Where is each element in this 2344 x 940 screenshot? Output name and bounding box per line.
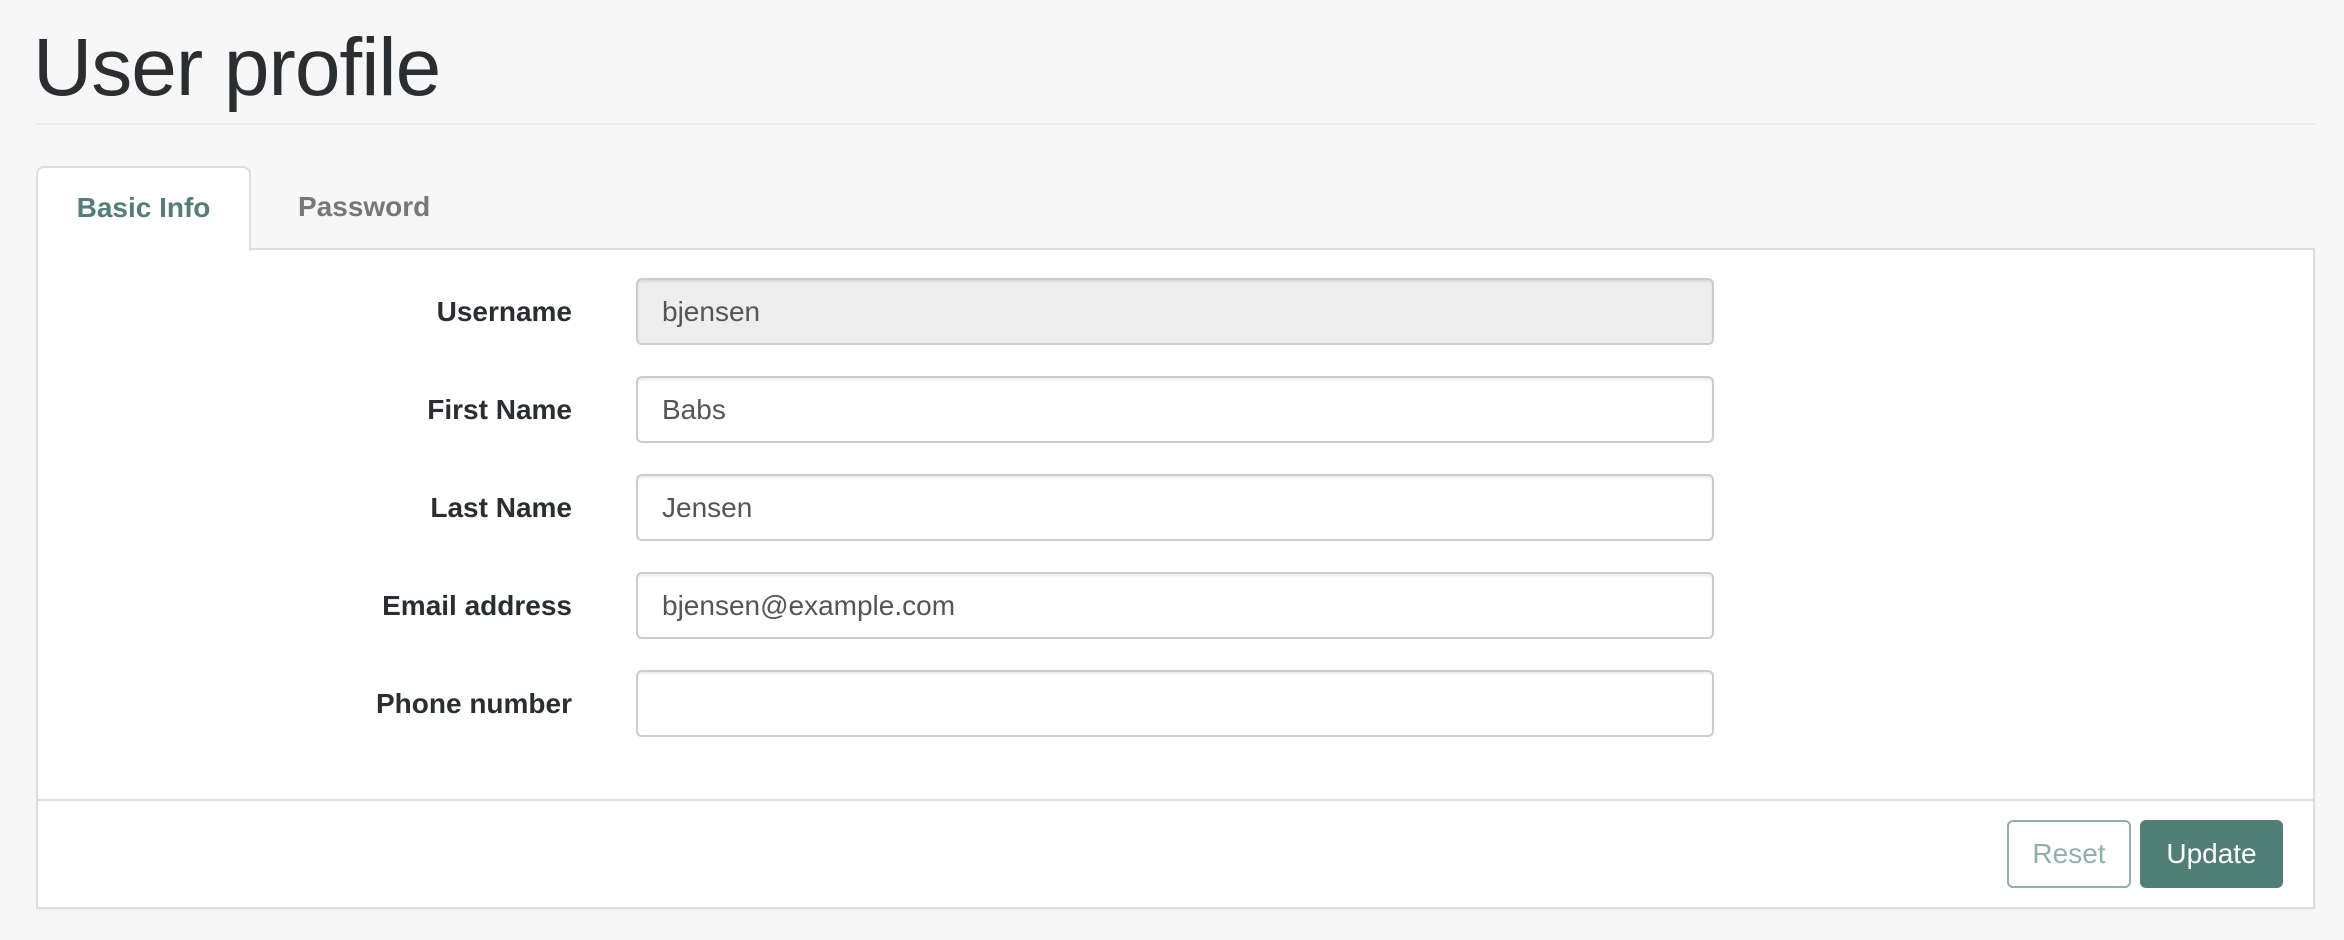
username-field[interactable] (636, 278, 1714, 345)
first-name-label: First Name (427, 394, 572, 425)
page-title: User profile (33, 22, 441, 113)
form-row-first-name: First Name (38, 376, 2313, 443)
email-field[interactable] (636, 572, 1714, 639)
title-divider (36, 123, 2315, 125)
email-label: Email address (382, 590, 572, 621)
phone-field[interactable] (636, 670, 1714, 737)
last-name-label: Last Name (430, 492, 572, 523)
panel-footer: Reset Update (38, 799, 2313, 909)
username-label: Username (436, 296, 572, 327)
form-row-last-name: Last Name (38, 474, 2313, 541)
form-row-username: Username (38, 278, 2313, 345)
reset-button[interactable]: Reset (2007, 820, 2131, 888)
first-name-field[interactable] (636, 376, 1714, 443)
phone-label: Phone number (375, 688, 572, 719)
last-name-field[interactable] (636, 474, 1714, 541)
basic-info-panel: Username First Name Last Name Email addr… (36, 248, 2315, 909)
form-row-email: Email address (38, 572, 2313, 639)
form-row-phone: Phone number (38, 670, 2313, 737)
update-button[interactable]: Update (2140, 820, 2283, 888)
tab-bar: Basic Info Password (36, 166, 2315, 251)
tab-basic-info[interactable]: Basic Info (36, 166, 251, 251)
tab-password[interactable]: Password (298, 166, 430, 248)
